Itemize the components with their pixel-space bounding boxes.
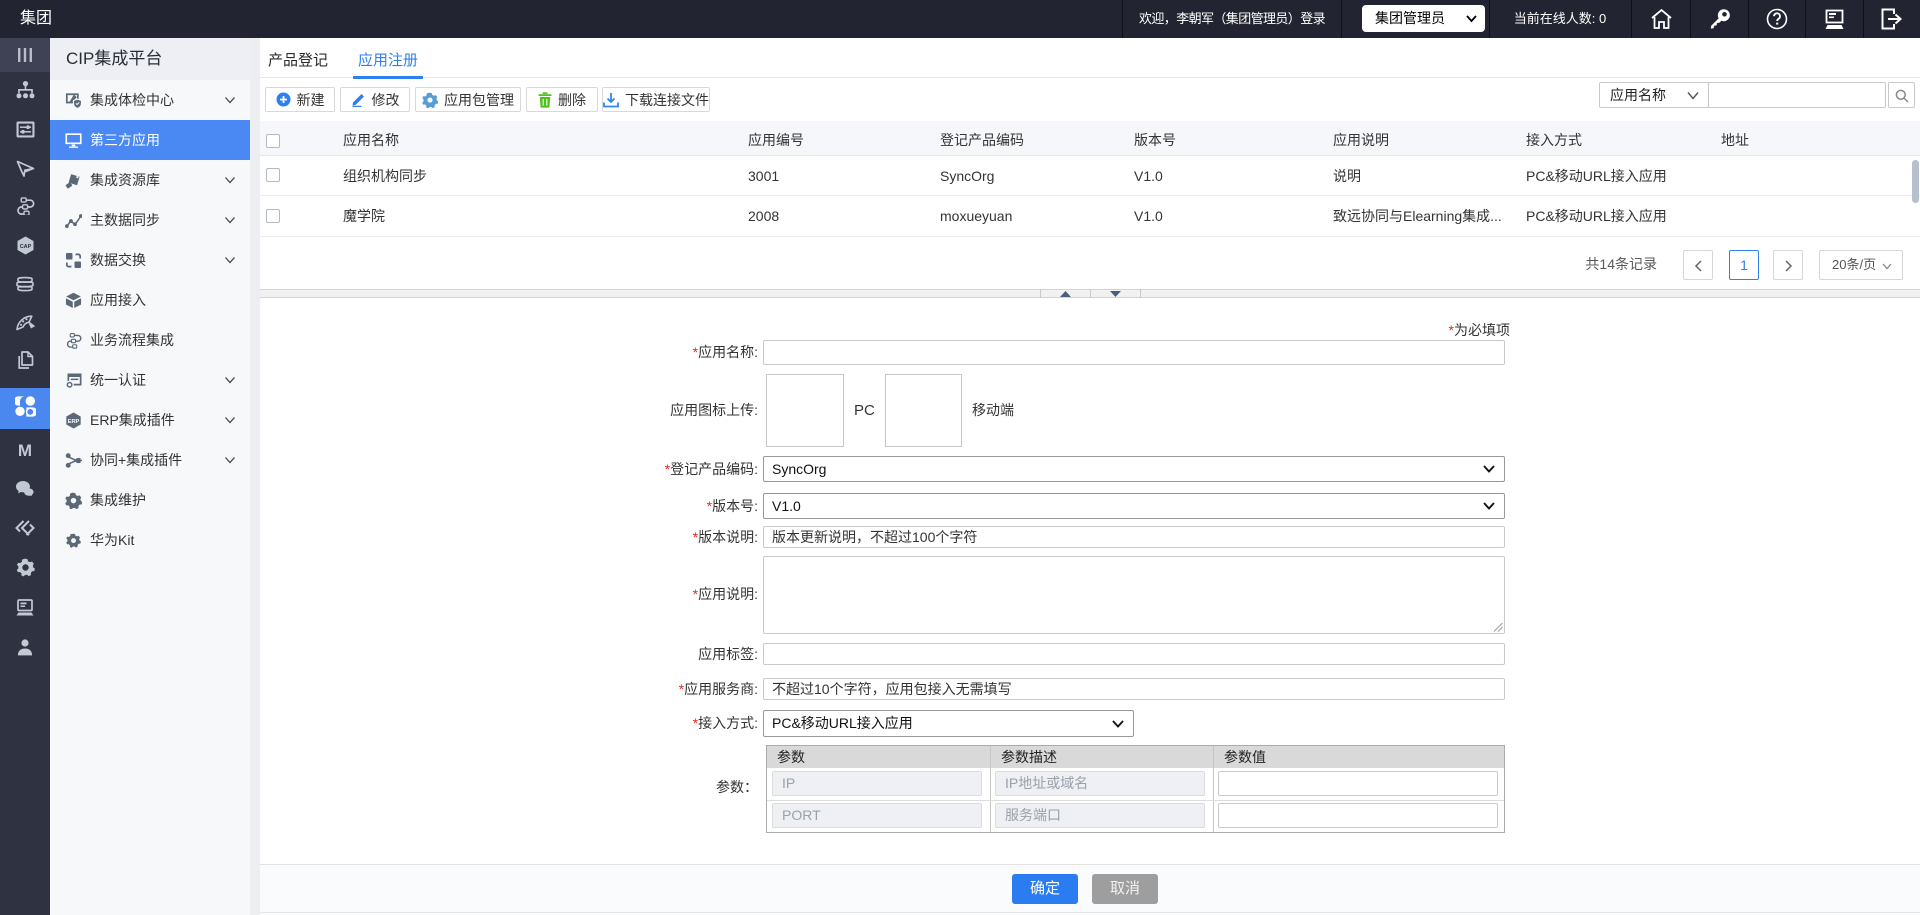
svg-text:CAP: CAP: [19, 244, 31, 250]
svg-text:M: M: [18, 442, 32, 458]
svg-text:ERP: ERP: [68, 419, 80, 425]
